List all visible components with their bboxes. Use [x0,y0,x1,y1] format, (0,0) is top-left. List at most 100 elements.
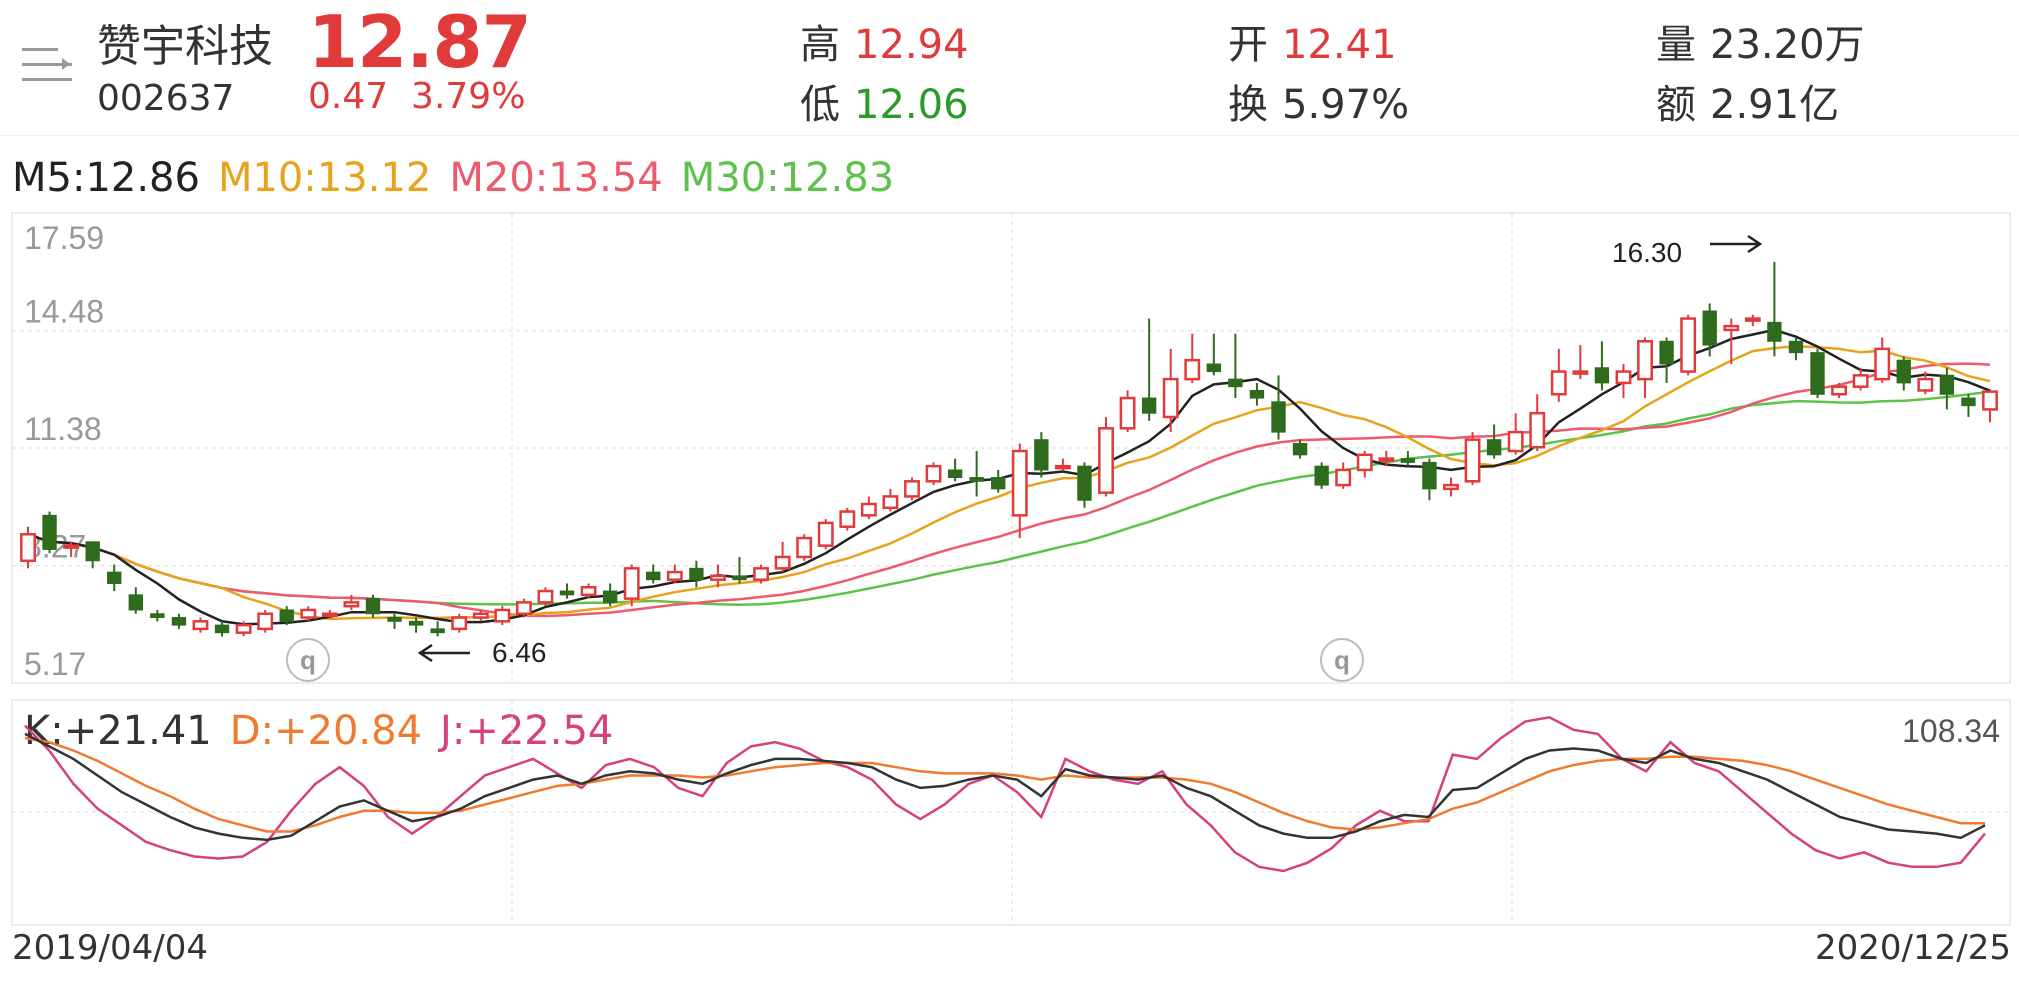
ma10-line [27,344,1991,621]
candle-body-up [882,495,899,510]
candle-body-up [666,570,683,581]
candle-body-up [904,480,920,498]
candle-body-down [85,541,100,562]
candle-body-up [20,533,36,563]
candle-body-up [1443,483,1459,491]
low-arrow-icon [417,643,470,663]
candle-body-down [107,571,122,584]
candle-body-down [1292,442,1308,456]
q-badge-text: q [300,645,316,675]
candle-body-up [1572,370,1589,375]
candle-body-down [279,609,294,622]
candle-body-up [1529,411,1546,449]
j-line [24,715,1986,873]
candle-body-down [1271,401,1286,433]
candle-body-up [235,623,252,634]
candle-body-up [1464,438,1481,483]
y-tick-label: 5.17 [24,646,86,682]
candle-body-up [1356,453,1373,472]
start-date: 2019/04/04 [12,928,208,968]
candle-body-up [1615,370,1632,385]
ma5-line [27,328,1991,626]
candle-body-down [430,628,445,634]
candle-body-up [537,589,554,604]
candle-body-up [63,544,80,549]
candle-body-up [300,608,317,619]
candle-body-up [1831,385,1848,396]
candle-body-up [472,612,489,619]
candle-body-down [171,617,187,626]
candle-body-up [839,510,856,528]
candle-body-down [602,590,618,603]
candle-body-down [365,598,381,615]
candle-body-up [1874,347,1891,381]
candle-body-down [969,477,984,482]
candle-body-up [925,464,942,483]
candle-body-down [1228,378,1243,388]
candle-body-up [192,620,209,631]
candle-body-down [42,514,57,550]
candle-body-up [817,521,834,547]
candle-body-up [515,601,532,615]
q-badge-text: q [1334,645,1350,675]
candle-body-down [1077,465,1092,501]
candle-body-up [343,601,360,608]
candle-body-down [1400,458,1416,463]
candle-body-up [1335,468,1352,487]
candle-body-down [150,613,165,619]
candle-body-down [408,620,424,626]
y-tick-label: 17.59 [24,220,104,256]
candle-body-down [1486,439,1502,456]
candle-body-down [559,590,575,596]
candle-body-up [1011,449,1028,517]
candle-body-down [1034,439,1049,471]
candle-body-down [1594,367,1610,384]
end-date: 2020/12/25 [1815,928,2011,968]
candle-body-up [1184,358,1201,381]
candle-body-up [1119,396,1136,430]
candle-body-up [1982,390,1998,411]
candle-body-up [451,616,468,631]
candle-body-down [214,624,230,634]
candlestick-chart[interactable]: 17.5914.4811.388.275.17 108.34 16.306.46… [0,0,2019,981]
candle-body-up [623,567,640,600]
candle-body-down [1206,363,1222,373]
candle-body-up [774,555,791,570]
candle-body-up [1550,370,1567,396]
candle-body-up [1507,430,1524,453]
candle-body-down [689,567,704,581]
candle-body-down [1659,340,1674,365]
candle-body-down [1314,465,1329,486]
candle-body-up [1680,317,1697,373]
y-tick-label: 11.38 [24,411,102,447]
candle-body-down [646,571,661,581]
candle-body-down [1422,461,1437,490]
candle-body-up [580,586,597,597]
candle-body-up [494,608,511,623]
candle-body-up [257,612,274,631]
candle-body-down [1896,359,1911,384]
candle-body-down [1249,389,1265,399]
candle-body-down [1767,321,1782,342]
candle-body-up [860,502,877,517]
y-tick-label: 14.48 [24,294,104,330]
high-arrow-icon [1710,234,1763,254]
candle-body-up [1637,340,1653,381]
candle-body-up [1098,427,1114,494]
candle-body-up [1378,457,1395,462]
candle-body-up [1852,374,1869,388]
candle-body-up [710,574,726,581]
candle-body-up [1054,464,1071,470]
candle-body-down [1961,397,1976,407]
kdj-max-label: 108.34 [1902,713,2000,749]
low-price-annotation: 6.46 [492,637,547,668]
candle-body-down [1810,352,1825,395]
candle-body-up [1723,324,1740,332]
candle-body-up [796,536,813,559]
candle-body-down [387,617,402,622]
candle-body-down [732,575,747,581]
ma20-line [27,362,1991,618]
candle-body-down [1702,310,1717,346]
candle-body-down [128,594,143,611]
candle-body-down [1788,340,1804,354]
